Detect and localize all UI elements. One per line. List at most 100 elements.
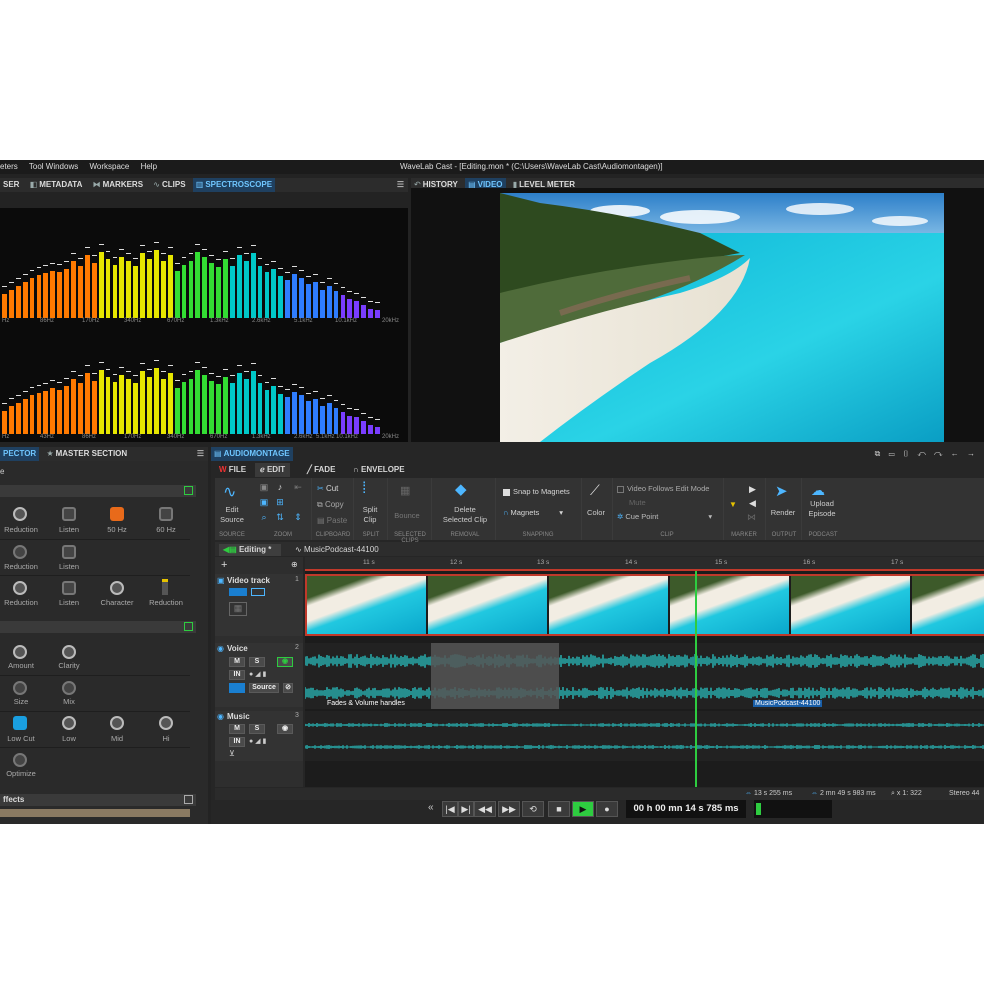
zoom-icon[interactable]: ⊞ xyxy=(275,497,285,507)
listen-button[interactable] xyxy=(62,581,76,595)
edit-source-button[interactable]: Edit Source xyxy=(217,505,247,525)
upload-episode-button[interactable]: Upload Episode xyxy=(802,499,842,519)
track-tools-icon[interactable]: ● ◢ ▮ xyxy=(249,670,266,678)
section-toggle-icon[interactable] xyxy=(184,486,193,495)
menu-meters[interactable]: eters xyxy=(0,162,18,171)
effects-header[interactable]: ffects xyxy=(0,794,196,806)
tab-musicpodcast[interactable]: ∿ MusicPodcast-44100 xyxy=(295,544,379,556)
selected-clip[interactable] xyxy=(431,643,559,709)
tab-markers[interactable]: ⧓ MARKERS xyxy=(90,178,146,192)
menu-tool-windows[interactable]: Tool Windows xyxy=(29,162,78,171)
mid-knob[interactable] xyxy=(110,716,124,730)
video-follows-edit-mode-checkbox[interactable]: Video Follows Edit Mode xyxy=(617,484,709,493)
hi-knob[interactable] xyxy=(159,716,173,730)
zoom-icon[interactable]: ▣ xyxy=(259,482,269,492)
time-display[interactable]: 00 h 00 mn 14 s 785 ms xyxy=(626,800,746,818)
go-to-end-button[interactable]: ▶| xyxy=(458,801,474,817)
60hz-power-button[interactable] xyxy=(159,507,173,521)
track-lane-icon[interactable]: ⊻ xyxy=(229,749,235,758)
zoom-level[interactable]: ⌕ x 1: 322 xyxy=(891,788,922,800)
tab-editing[interactable]: ◀▤ Editing * xyxy=(219,544,281,556)
snap-to-magnets-checkbox[interactable]: Snap to Magnets xyxy=(503,487,570,496)
track-tools-icon[interactable]: ● ◢ ▮ xyxy=(249,737,266,745)
video-clip[interactable] xyxy=(305,574,984,636)
cue-point-dropdown[interactable]: ✲ Cue Point ▾ xyxy=(617,512,712,521)
stop-button[interactable]: ■ xyxy=(548,801,570,817)
size-knob[interactable] xyxy=(13,681,27,695)
tab-browser[interactable]: SER xyxy=(0,178,22,192)
panel-menu-icon[interactable]: ☰ xyxy=(197,447,204,461)
input-button[interactable]: IN xyxy=(229,737,245,747)
listen-button[interactable] xyxy=(62,545,76,559)
marker-range-icon[interactable]: ⋈ xyxy=(747,512,756,523)
ruler[interactable]: 11 s 12 s 13 s 14 s 15 s 16 s 17 s xyxy=(305,557,984,571)
mix-knob[interactable] xyxy=(62,681,76,695)
zoom-icon[interactable]: ⇤ xyxy=(293,482,303,492)
tab-spectroscope[interactable]: ▥ SPECTROSCOPE xyxy=(192,178,276,192)
section-toggle-icon[interactable] xyxy=(184,622,193,631)
loop-button[interactable]: ⟲ xyxy=(522,801,544,817)
clarity-knob[interactable] xyxy=(62,645,76,659)
tab-clips[interactable]: ∿ CLIPS xyxy=(150,178,188,192)
zoom-icon[interactable]: ♪ xyxy=(275,482,285,492)
listen-button[interactable] xyxy=(62,507,76,521)
magnets-dropdown[interactable]: ∩ Magnets ▾ xyxy=(503,508,563,517)
solo-track-button[interactable]: S xyxy=(249,657,265,667)
section-header-2[interactable] xyxy=(0,621,196,633)
delete-selected-clip-button[interactable]: Delete Selected Clip xyxy=(437,505,493,525)
section-header-1[interactable] xyxy=(0,485,196,497)
transport-collapse-icon[interactable]: « xyxy=(428,802,434,813)
record-button[interactable]: ● xyxy=(596,801,618,817)
link-icon[interactable]: ⊘ xyxy=(283,683,293,693)
track-options-icon[interactable]: ⊕ xyxy=(291,560,298,569)
track-eye-icon[interactable]: ◉ xyxy=(217,644,224,653)
next-marker-icon[interactable]: ▶ xyxy=(749,484,756,495)
zoom-icon[interactable]: ⇕ xyxy=(293,512,303,522)
add-track-icon[interactable]: + xyxy=(221,559,227,571)
menu-help[interactable]: Help xyxy=(141,162,157,171)
track-name[interactable]: Music xyxy=(227,712,250,721)
record-monitor-button[interactable]: ◉ xyxy=(277,724,293,734)
ribbon-tab-fade[interactable]: ╱ FADE xyxy=(307,463,335,477)
menu-workspace[interactable]: Workspace xyxy=(89,162,129,171)
color-button[interactable]: Color xyxy=(583,508,609,518)
mute-button[interactable]: Mute xyxy=(629,498,646,507)
split-clip-button[interactable]: Split Clip xyxy=(356,505,384,525)
50hz-power-button[interactable] xyxy=(110,507,124,521)
solo-track-button[interactable]: S xyxy=(249,724,265,734)
mute-track-button[interactable]: M xyxy=(229,657,245,667)
ribbon-tab-edit[interactable]: ℯ EDIT xyxy=(255,463,291,477)
reduction-knob[interactable] xyxy=(13,507,27,521)
cut-button[interactable]: ✂ Cut xyxy=(317,484,338,493)
ribbon-tab-file[interactable]: W FILE xyxy=(219,463,246,477)
render-button[interactable]: Render xyxy=(768,508,798,518)
paste-button[interactable]: ▤ Paste xyxy=(317,516,347,525)
track-name[interactable]: Video track xyxy=(227,576,270,585)
video-display-mode-icon[interactable] xyxy=(251,588,265,596)
play-button[interactable]: ▶ xyxy=(572,801,594,817)
input-button[interactable]: IN xyxy=(229,670,245,680)
reduction-knob[interactable] xyxy=(13,581,27,595)
go-to-start-button[interactable]: |◀ xyxy=(442,801,458,817)
ribbon-tab-envelope[interactable]: ∩ ENVELOPE xyxy=(353,463,405,477)
track-name[interactable]: Voice xyxy=(227,644,248,653)
tab-metadata[interactable]: ◧ METADATA xyxy=(27,178,86,192)
source-button[interactable]: Source xyxy=(249,683,279,693)
zoom-icon[interactable]: ▣ xyxy=(259,497,269,507)
video-thumbnail-mode-icon[interactable] xyxy=(229,588,247,596)
copy-button[interactable]: ⧉ Copy xyxy=(317,500,344,510)
tab-master-section[interactable]: ★ MASTER SECTION xyxy=(43,447,130,461)
track-lane-icon[interactable] xyxy=(229,683,245,693)
prev-marker-icon[interactable]: ◀ xyxy=(749,498,756,509)
music-lane[interactable] xyxy=(305,711,984,761)
low-knob[interactable] xyxy=(62,716,76,730)
marker-icon[interactable]: ▼ xyxy=(729,500,737,509)
character-knob[interactable] xyxy=(110,581,124,595)
track-eye-icon[interactable]: ◉ xyxy=(217,712,224,721)
reduction-knob[interactable] xyxy=(13,545,27,559)
clip-label[interactable]: MusicPodcast-44100 xyxy=(753,700,823,707)
tab-inspector[interactable]: PECTOR xyxy=(0,447,40,461)
playhead[interactable] xyxy=(695,571,697,787)
timeline[interactable]: 11 s 12 s 13 s 14 s 15 s 16 s 17 s Fades… xyxy=(305,557,984,787)
fast-forward-button[interactable]: ▶▶ xyxy=(498,801,520,817)
